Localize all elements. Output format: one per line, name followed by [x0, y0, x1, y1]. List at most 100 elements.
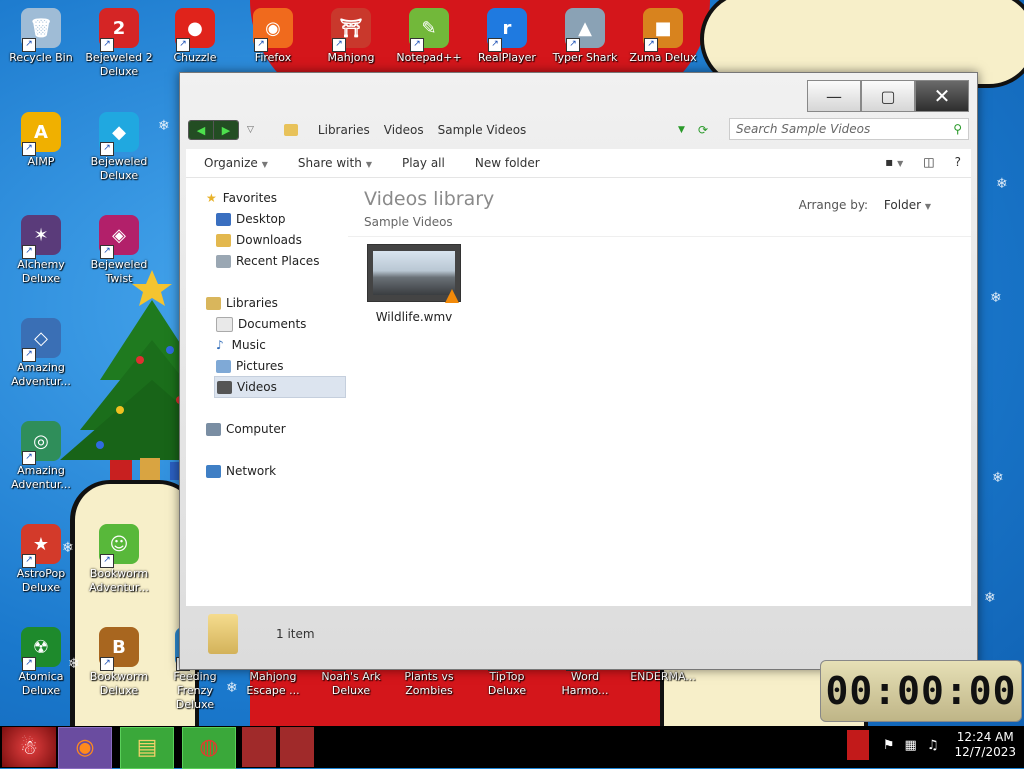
file-name: Wildlife.wmv — [375, 310, 453, 324]
desktop-icon-bej2[interactable]: 2 ↗ Bejeweled 2 Deluxe — [82, 8, 156, 79]
close-button[interactable]: ✕ — [915, 80, 969, 112]
minimize-button[interactable]: — — [807, 80, 861, 112]
file-item[interactable]: Wildlife.wmv — [364, 244, 464, 324]
time-text: 12:24 AM — [956, 730, 1014, 744]
music-icon: ♪ — [216, 338, 224, 352]
taskbar-app[interactable] — [242, 727, 276, 767]
nav-label: Music — [231, 338, 266, 352]
divider — [348, 236, 971, 237]
desktop-icon-label: Mahjong — [327, 51, 375, 64]
desktop-icon-bookworm[interactable]: ☺ ↗ Bookworm Adventur... — [82, 524, 156, 595]
library-title: Videos library — [364, 188, 495, 210]
arrange-dropdown[interactable]: Folder ▼ — [884, 198, 931, 212]
maximize-button[interactable]: ▢ — [861, 80, 915, 112]
preview-pane-icon[interactable]: ◫ — [923, 155, 934, 169]
desktop-icon-zuma[interactable]: ■ ↗ Zuma Delux — [626, 8, 700, 65]
organize-label: Organize — [204, 156, 258, 170]
network-tray-icon[interactable]: ▦ — [905, 738, 917, 753]
play-all-button[interactable]: Play all — [402, 156, 445, 170]
back-button[interactable]: ◀ — [189, 121, 213, 139]
nav-recent-places[interactable]: Recent Places — [216, 251, 319, 271]
desktop-icon-mahjong[interactable]: ⛩ ↗ Mahjong — [314, 8, 388, 65]
clock-area[interactable]: 12:24 AM 12/7/2023 — [954, 730, 1016, 760]
address-dropdown-icon[interactable]: ▼ — [678, 125, 685, 135]
desktop-icon-astropop[interactable]: ★ ↗ AstroPop Deluxe — [4, 524, 78, 595]
nav-computer[interactable]: Computer — [206, 419, 286, 439]
taskbar-explorer[interactable]: ▤ — [120, 727, 174, 769]
desktop-icon-chuzzle[interactable]: ● ↗ Chuzzle — [158, 8, 232, 65]
new-folder-button[interactable]: New folder — [475, 156, 540, 170]
nav-network[interactable]: Network — [206, 461, 276, 481]
downloads-icon — [216, 233, 231, 247]
shortcut-arrow-icon: ↗ — [176, 38, 190, 52]
chevron-down-icon: ▼ — [924, 202, 931, 211]
desktop-icon-label: Chuzzle — [173, 51, 217, 64]
nav-buttons: ◀ ▶ — [188, 120, 239, 140]
shortcut-arrow-icon: ↗ — [22, 554, 36, 568]
desktop-icon-bookwormdel[interactable]: B ↗ Bookworm Deluxe — [82, 627, 156, 698]
breadcrumb-sample-videos[interactable]: Sample Videos — [438, 123, 527, 137]
explorer-main-pane: ★ Favorites Desktop Downloads Recent Plac… — [186, 178, 971, 606]
command-bar: Organize ▼ Share with ▼ Play all New folde… — [186, 149, 971, 178]
desktop-icon-label: Plants vs Zombies — [404, 670, 454, 697]
desktop-icon-realplayer[interactable]: r ↗ RealPlayer — [470, 8, 544, 65]
explorer-window[interactable]: — ▢ ✕ ◀ ▶ ▽ Libraries Videos Sample Vide… — [179, 72, 978, 670]
desktop-icon-recycle[interactable]: 🗑 ↗ Recycle Bin — [4, 8, 78, 65]
desktop-icon-atomica[interactable]: ☢ ↗ Atomica Deluxe — [4, 627, 78, 698]
nav-label: Documents — [238, 317, 307, 331]
desktop-icon-bejdel[interactable]: ◆ ↗ Bejeweled Deluxe — [82, 112, 156, 183]
shortcut-arrow-icon: ↗ — [100, 554, 114, 568]
nav-pictures[interactable]: Pictures — [216, 356, 284, 376]
snowflake-icon: ❄ — [996, 176, 1008, 192]
refresh-icon[interactable]: ⟳ — [698, 123, 708, 137]
action-center-icon[interactable]: ⚑ — [883, 738, 895, 753]
library-subtitle[interactable]: Sample Videos — [364, 215, 453, 229]
taskbar-chrome[interactable]: ◍ — [182, 727, 236, 769]
nav-label: Videos — [237, 380, 277, 394]
nav-libraries[interactable]: Libraries — [206, 293, 278, 313]
search-input[interactable]: Search Sample Videos ⚲ — [729, 118, 969, 140]
breadcrumb-libraries[interactable]: Libraries — [318, 123, 370, 137]
desktop-icon-typer[interactable]: ▲ ↗ Typer Shark — [548, 8, 622, 65]
shortcut-arrow-icon: ↗ — [332, 38, 346, 52]
taskbar-firefox[interactable]: ◉ — [58, 727, 112, 769]
recent-pages-dropdown[interactable]: ▽ — [247, 125, 254, 135]
view-icon[interactable]: ▪ ▼ — [885, 155, 903, 169]
organize-button[interactable]: Organize ▼ — [204, 156, 268, 170]
desktop-icon-firefox[interactable]: ◉ ↗ Firefox — [236, 8, 310, 65]
breadcrumb-videos[interactable]: Videos — [384, 123, 424, 137]
nav-desktop[interactable]: Desktop — [216, 209, 286, 229]
nav-label: Recent Places — [236, 254, 320, 268]
start-button[interactable]: ☃ — [2, 727, 56, 767]
nav-documents[interactable]: Documents — [216, 314, 306, 334]
nav-favorites[interactable]: ★ Favorites — [206, 188, 277, 208]
system-tray: ⚑ ▦ ♫ 12:24 AM 12/7/2023 — [846, 730, 1016, 760]
show-desktop-flag-icon[interactable] — [846, 730, 869, 760]
nav-videos[interactable]: Videos — [214, 376, 346, 398]
nav-downloads[interactable]: Downloads — [216, 230, 302, 250]
taskbar-app[interactable] — [280, 727, 314, 767]
forward-button[interactable]: ▶ — [213, 121, 238, 139]
chrome-icon: ◍ — [199, 735, 219, 760]
details-pane: 1 item — [186, 609, 971, 659]
volume-icon[interactable]: ♫ — [927, 738, 939, 753]
share-with-button[interactable]: Share with ▼ — [298, 156, 372, 170]
arrange-by: Arrange by: Folder ▼ — [799, 198, 931, 212]
snowflake-icon: ❄ — [990, 290, 1002, 306]
desktop-icon-aimp[interactable]: A ↗ AIMP — [4, 112, 78, 169]
shortcut-arrow-icon: ↗ — [100, 245, 114, 259]
minimize-icon: — — [826, 86, 842, 106]
libraries-icon — [206, 296, 221, 310]
desktop-icon-label: Noah's Ark Deluxe — [321, 670, 381, 697]
desktop-icon-notepad[interactable]: ✎ ↗ Notepad++ — [392, 8, 466, 65]
desktop-icon-label: Firefox — [254, 51, 292, 64]
shortcut-arrow-icon: ↗ — [22, 38, 36, 52]
shortcut-arrow-icon: ↗ — [22, 142, 36, 156]
share-label: Share with — [297, 156, 362, 170]
help-button[interactable]: ? — [955, 155, 961, 169]
search-icon[interactable]: ⚲ — [953, 122, 962, 136]
clock-gadget[interactable]: 00:00:00 — [820, 660, 1022, 722]
shortcut-arrow-icon: ↗ — [488, 38, 502, 52]
nav-music[interactable]: ♪ Music — [216, 335, 266, 355]
nav-label: Pictures — [236, 359, 284, 373]
